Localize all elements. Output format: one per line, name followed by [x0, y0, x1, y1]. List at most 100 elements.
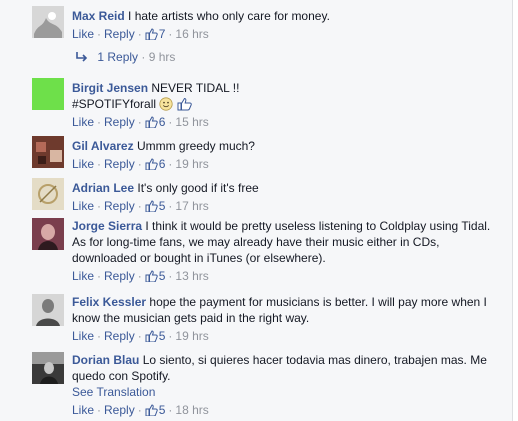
comment-author[interactable]: Birgit Jensen	[72, 81, 148, 95]
comment-item: Birgit Jensen NEVER TIDAL !! #SPOTIFYfor…	[32, 78, 502, 130]
thumbs-up-icon	[145, 404, 158, 416]
separator-dot: ·	[137, 199, 142, 213]
comment-item: Felix Kessler hope the payment for music…	[32, 294, 502, 344]
separator-dot: ·	[97, 199, 102, 213]
avatar[interactable]	[32, 294, 64, 326]
reply-link[interactable]: Reply	[104, 269, 135, 283]
comment-author[interactable]: Adrian Lee	[72, 181, 134, 195]
like-count[interactable]: 7	[145, 27, 165, 41]
page-gutter	[513, 0, 518, 421]
separator-dot: ·	[137, 269, 142, 283]
like-link[interactable]: Like	[72, 269, 94, 283]
avatar-image	[32, 136, 64, 168]
separator-dot: ·	[168, 403, 173, 417]
avatar[interactable]	[32, 352, 64, 384]
separator-dot: ·	[168, 269, 173, 283]
reply-link[interactable]: Reply	[104, 27, 135, 41]
separator-dot: ·	[168, 27, 173, 41]
separator-dot: ·	[137, 157, 142, 171]
separator-dot: ·	[168, 329, 173, 343]
comment-author[interactable]: Gil Alvarez	[72, 139, 134, 153]
comment-author[interactable]: Max Reid	[72, 9, 125, 23]
comment-item: Gil Alvarez Ummm greedy much? Like · Reply…	[32, 136, 502, 172]
comment-actions: Like · Reply · 5 · 18 hrs	[72, 402, 500, 418]
comment-author[interactable]: Dorian Blau	[72, 353, 139, 367]
comment-item: Dorian Blau Lo siento, si quieres hacer …	[32, 352, 502, 418]
like-count[interactable]: 5	[145, 269, 165, 283]
like-link[interactable]: Like	[72, 115, 94, 129]
avatar[interactable]	[32, 136, 64, 168]
comment-time[interactable]: 16 hrs	[175, 27, 208, 41]
comment-text: I hate artists who only care for money.	[128, 9, 330, 23]
thumbs-up-emoji-icon	[177, 97, 192, 111]
like-link[interactable]: Like	[72, 27, 94, 41]
like-link[interactable]: Like	[72, 403, 94, 417]
comment-actions: Like · Reply · 7 · 16 hrs	[72, 26, 500, 42]
separator-dot: ·	[97, 329, 102, 343]
comment-actions: Like · Reply · 5 · 17 hrs	[72, 198, 500, 214]
comment-actions: Like · Reply · 6 · 19 hrs	[72, 156, 500, 172]
comment-time[interactable]: 18 hrs	[175, 403, 208, 417]
like-count[interactable]: 6	[145, 115, 165, 129]
like-link[interactable]: Like	[72, 157, 94, 171]
comment-text: NEVER TIDAL !!	[151, 81, 240, 95]
like-link[interactable]: Like	[72, 329, 94, 343]
reply-link[interactable]: Reply	[104, 199, 135, 213]
reply-link[interactable]: Reply	[104, 329, 135, 343]
comment-item: Jorge Sierra I think it would be pretty …	[32, 218, 502, 284]
separator-dot: ·	[137, 27, 142, 41]
comment-item: Max Reid I hate artists who only care fo…	[32, 6, 502, 46]
avatar[interactable]	[32, 78, 64, 110]
separator-dot: ·	[168, 199, 173, 213]
like-count[interactable]: 5	[145, 403, 165, 417]
like-count[interactable]: 5	[145, 199, 165, 213]
comment-time[interactable]: 17 hrs	[175, 199, 208, 213]
like-link[interactable]: Like	[72, 199, 94, 213]
like-count[interactable]: 6	[145, 157, 165, 171]
thumbs-up-icon	[145, 330, 158, 342]
smiley-emoji-icon	[159, 97, 173, 111]
separator-dot: ·	[97, 115, 102, 129]
reply-link[interactable]: Reply	[104, 403, 135, 417]
reply-time: 9 hrs	[148, 50, 176, 64]
avatar[interactable]	[32, 178, 64, 210]
reply-arrow-icon	[76, 52, 88, 62]
view-replies-row[interactable]: 1 Reply · 9 hrs	[76, 50, 175, 64]
avatar[interactable]	[32, 218, 64, 250]
thumbs-up-icon	[145, 28, 158, 40]
comment-actions: Like · Reply · 5 · 13 hrs	[72, 268, 500, 284]
comment-item: Adrian Lee It's only good if it's free L…	[32, 178, 502, 214]
comment-time[interactable]: 19 hrs	[175, 157, 208, 171]
comment-hashtag[interactable]: #SPOTIFYforall	[72, 97, 156, 111]
comment-author[interactable]: Felix Kessler	[72, 295, 146, 309]
avatar-image	[32, 218, 64, 250]
see-translation-link[interactable]: See Translation	[72, 385, 155, 399]
separator-dot: ·	[137, 403, 142, 417]
comment-time[interactable]: 13 hrs	[175, 269, 208, 283]
separator-dot: ·	[97, 269, 102, 283]
reply-link[interactable]: Reply	[104, 115, 135, 129]
thumbs-up-icon	[145, 200, 158, 212]
comment-time[interactable]: 15 hrs	[175, 115, 208, 129]
avatar[interactable]	[32, 6, 64, 38]
comment-actions: Like · Reply · 5 · 19 hrs	[72, 328, 500, 344]
comment-actions: Like · Reply · 6 · 15 hrs	[72, 114, 500, 130]
comment-author[interactable]: Jorge Sierra	[72, 219, 142, 233]
separator-dot: ·	[97, 403, 102, 417]
thumbs-up-icon	[145, 270, 158, 282]
avatar-image	[32, 352, 64, 384]
avatar-image	[32, 78, 64, 110]
view-replies-label[interactable]: 1 Reply	[97, 50, 138, 64]
thumbs-up-icon	[145, 116, 158, 128]
comment-time[interactable]: 19 hrs	[175, 329, 208, 343]
separator-dot: ·	[137, 329, 142, 343]
thumbs-up-icon	[145, 158, 158, 170]
like-count[interactable]: 5	[145, 329, 165, 343]
separator-dot: ·	[141, 50, 146, 64]
reply-link[interactable]: Reply	[104, 157, 135, 171]
separator-dot: ·	[97, 27, 102, 41]
separator-dot: ·	[168, 115, 173, 129]
separator-dot: ·	[137, 115, 142, 129]
separator-dot: ·	[97, 157, 102, 171]
avatar-image	[32, 6, 64, 38]
